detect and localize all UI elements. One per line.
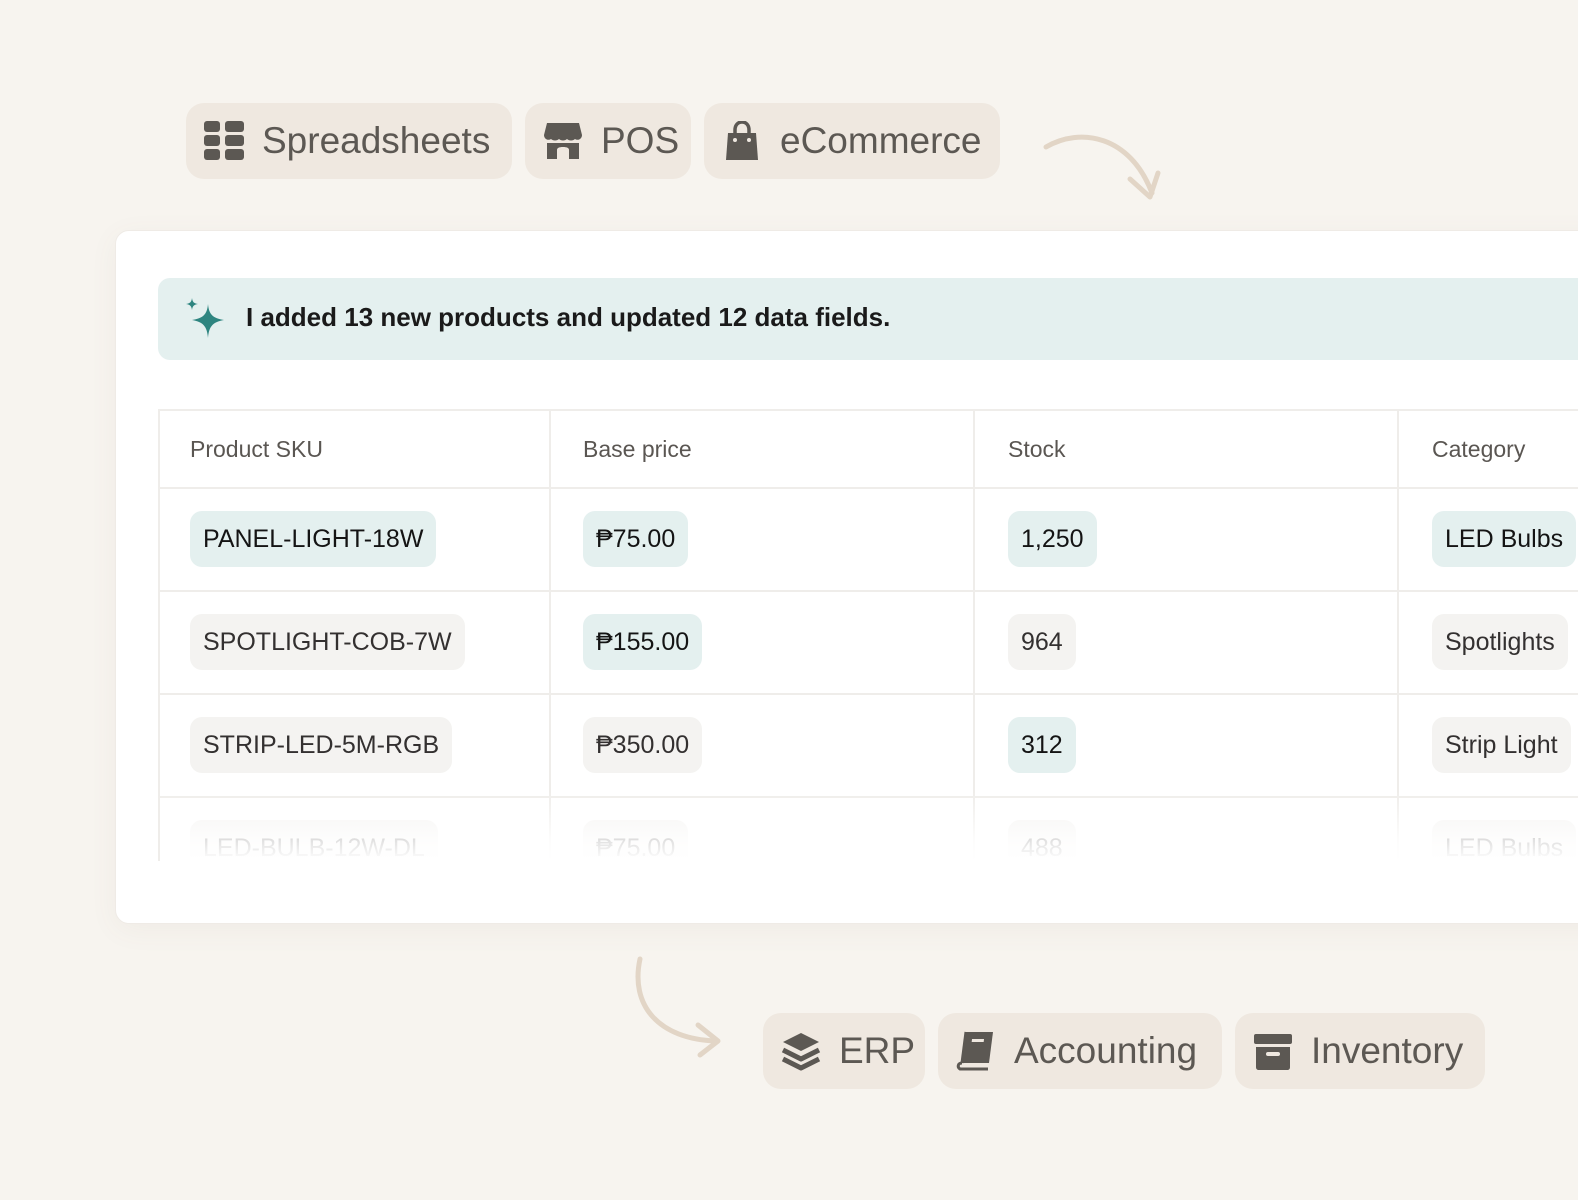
stock-cell[interactable]: 312 — [1008, 717, 1076, 773]
price-cell[interactable]: ₱75.00 — [583, 511, 689, 567]
table-row[interactable]: STRIP-LED-5M-RGB ₱350.00 312 Strip Light — [160, 695, 1578, 798]
chip-spreadsheets[interactable]: Spreadsheets — [186, 103, 512, 179]
banner-message: I added 13 new products and updated 12 d… — [246, 302, 891, 332]
sparkle-icon — [186, 298, 224, 338]
products-table: Product SKU Base price Stock Category PA… — [158, 409, 1578, 861]
layers-icon — [781, 1031, 821, 1071]
chip-pos[interactable]: POS — [525, 103, 691, 179]
shopping-bag-icon — [722, 121, 762, 161]
chip-ecommerce[interactable]: eCommerce — [704, 103, 1000, 179]
sku-cell[interactable]: STRIP-LED-5M-RGB — [190, 717, 453, 773]
chip-accounting[interactable]: Accounting — [938, 1013, 1222, 1089]
chip-erp[interactable]: ERP — [763, 1013, 925, 1089]
curved-arrow-icon — [1043, 134, 1161, 200]
column-header-category[interactable]: Category — [1432, 436, 1525, 463]
category-cell[interactable]: LED Bulbs — [1432, 511, 1577, 567]
table-row[interactable]: SPOTLIGHT-COB-7W ₱155.00 964 Spotlights — [160, 592, 1578, 695]
stock-cell[interactable]: 1,250 — [1008, 511, 1097, 567]
price-cell[interactable]: ₱155.00 — [583, 614, 703, 670]
book-icon — [956, 1031, 996, 1071]
column-header-stock[interactable]: Stock — [1008, 436, 1066, 463]
import-card: I added 13 new products and updated 12 d… — [115, 230, 1578, 924]
chip-label: POS — [601, 120, 680, 161]
sku-cell[interactable]: SPOTLIGHT-COB-7W — [190, 614, 465, 670]
price-cell[interactable]: ₱350.00 — [583, 717, 703, 773]
category-cell[interactable]: Strip Light — [1432, 717, 1571, 773]
curved-arrow-icon — [635, 956, 721, 1058]
chip-label: Accounting — [1014, 1030, 1198, 1071]
category-cell[interactable]: Spotlights — [1432, 614, 1568, 670]
table-row[interactable]: LED-BULB-12W-DL ₱75.00 488 LED Bulbs — [160, 798, 1578, 861]
stock-cell[interactable]: 488 — [1008, 820, 1076, 861]
chip-label: Inventory — [1311, 1030, 1464, 1071]
grid-icon — [204, 121, 244, 161]
chip-label: Spreadsheets — [262, 120, 491, 161]
sku-cell[interactable]: LED-BULB-12W-DL — [190, 820, 438, 861]
table-header-row: Product SKU Base price Stock Category — [160, 411, 1578, 489]
column-header-price[interactable]: Base price — [583, 436, 692, 463]
stock-cell[interactable]: 964 — [1008, 614, 1076, 670]
storefront-icon — [543, 121, 583, 161]
category-cell[interactable]: LED Bulbs — [1432, 820, 1577, 861]
column-header-sku[interactable]: Product SKU — [190, 436, 323, 463]
price-cell[interactable]: ₱75.00 — [583, 820, 689, 861]
chip-label: ERP — [839, 1030, 916, 1071]
ai-summary-banner: I added 13 new products and updated 12 d… — [158, 278, 1578, 360]
chip-inventory[interactable]: Inventory — [1235, 1013, 1485, 1089]
table-row[interactable]: PANEL-LIGHT-18W ₱75.00 1,250 LED Bulbs — [160, 489, 1578, 592]
sku-cell[interactable]: PANEL-LIGHT-18W — [190, 511, 437, 567]
chip-label: eCommerce — [780, 120, 982, 161]
archive-box-icon — [1253, 1031, 1293, 1071]
